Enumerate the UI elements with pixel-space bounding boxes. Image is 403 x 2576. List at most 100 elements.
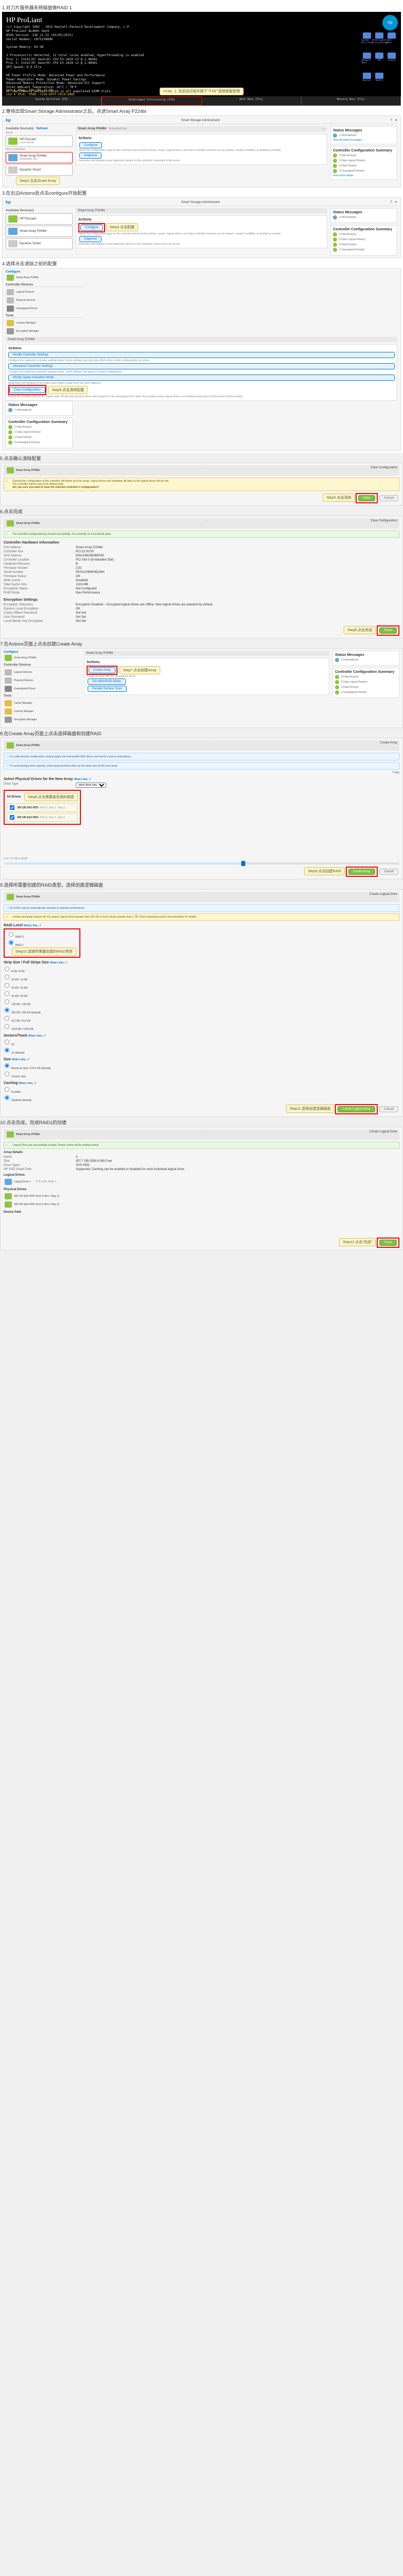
whats-this-link[interactable]: What's this...? bbox=[74, 778, 91, 781]
hide-link[interactable]: ? Hide bbox=[392, 771, 399, 774]
caching-group: Enabled Disabled (default) bbox=[4, 1086, 399, 1102]
more-icon[interactable]: ⋯ bbox=[322, 127, 325, 131]
create-array-submit-button[interactable]: Create Array bbox=[348, 869, 375, 875]
strip-option[interactable]: 512 KB / 512 KB bbox=[4, 1015, 399, 1023]
nav-unassigned-drives[interactable]: Unassigned Drives bbox=[6, 304, 83, 313]
callout-step11: Step11.选择创建逻辑磁盘 bbox=[286, 1105, 334, 1113]
advanced-ctrl-button[interactable]: Advanced Controller Settings bbox=[8, 363, 395, 369]
drive-checkbox[interactable] bbox=[10, 805, 14, 810]
caching-off-option[interactable]: Disabled (default) bbox=[4, 1094, 399, 1102]
diagnose-button[interactable]: Diagnose bbox=[79, 152, 102, 159]
strip-option[interactable]: 32 KB / 32 KB bbox=[4, 982, 399, 990]
drive-checkbox-row[interactable]: 300 GB SAS HDDPort 1I : Box 1 : Bay 2 bbox=[7, 813, 78, 822]
nav-physical-devices[interactable]: Physical Devices bbox=[6, 296, 83, 304]
strip-option[interactable]: 1024 KB / 1024 KB bbox=[4, 1023, 399, 1031]
size-max-option[interactable]: Maximum Size: 279.4 GB (default) bbox=[4, 1062, 399, 1070]
cancel-button[interactable]: Cancel bbox=[379, 1106, 398, 1112]
tools-hdr[interactable]: Tools bbox=[6, 314, 83, 318]
whats-this-link[interactable]: What's this...? bbox=[12, 1058, 29, 1061]
modify-spare-button[interactable]: Modify Spare Activation Mode bbox=[8, 375, 395, 381]
strip-option[interactable]: 128 KB / 128 KB bbox=[4, 998, 399, 1006]
clear-config-button[interactable]: Clear Configuration bbox=[9, 387, 45, 393]
menu-f9[interactable]: System Utilities [F9] bbox=[2, 96, 102, 106]
diagnose-button[interactable]: Diagnose bbox=[79, 236, 102, 242]
bios-icon[interactable]: Boot Menu bbox=[387, 32, 397, 45]
bios-icon[interactable]: System Utilities bbox=[362, 32, 372, 45]
create-ld-button[interactable]: Create Logical Drive bbox=[338, 1106, 375, 1112]
whats-this-link[interactable]: What's this...? bbox=[24, 924, 41, 927]
nav-license-manager[interactable]: License Manager bbox=[6, 319, 83, 327]
bios-boot3: Advanced Memory Protection Mode: Advance… bbox=[6, 81, 397, 86]
device-dynamic-smart[interactable]: Dynamic Smart bbox=[6, 164, 73, 176]
size-label: Size bbox=[4, 1058, 11, 1061]
step4-title: 4.选择点击清除之前的配置 bbox=[2, 260, 401, 267]
set-mode-button[interactable]: Set HBA/RAID Mode bbox=[88, 679, 126, 685]
menu-f11[interactable]: Boot Menu [F11] bbox=[202, 96, 301, 106]
hp-logo: hp bbox=[382, 15, 398, 30]
create-array-button[interactable]: Create Array bbox=[89, 667, 115, 673]
bios-icon[interactable]: SSA bbox=[374, 53, 384, 65]
cancel-button[interactable]: Cancel bbox=[379, 495, 398, 501]
bios-icon[interactable]: Restart bbox=[362, 73, 372, 85]
modify-ctrl-button[interactable]: Modify Controller Settings bbox=[8, 352, 395, 358]
cancel-button[interactable]: Cancel bbox=[379, 869, 398, 875]
nav-encryption-manager[interactable]: Encryption Manager bbox=[6, 327, 83, 335]
finish-button[interactable]: Finish bbox=[379, 1240, 397, 1246]
cfg-summary-header: Controller Configuration Summary bbox=[333, 149, 395, 152]
callout-step8: Step8.点击需要装系统的磁盘 bbox=[24, 793, 78, 801]
drive-type-select[interactable]: select drive type bbox=[76, 783, 106, 788]
menu-f12[interactable]: Network Boot [F12] bbox=[301, 96, 401, 106]
configure-button[interactable]: Configure bbox=[79, 142, 102, 148]
help-icon[interactable]: ? ✕ bbox=[391, 118, 397, 122]
step5-title: 5.点击确认清除配置 bbox=[0, 455, 403, 462]
bios-icon[interactable]: Launch bbox=[387, 53, 397, 65]
device-controller[interactable]: Smart Array P244brEmbedded Slot bbox=[6, 152, 73, 163]
raid1-option[interactable]: RAID 1 bbox=[8, 939, 76, 947]
bios-icon[interactable]: Intelligent Provisioning bbox=[374, 32, 384, 45]
drive-checkbox-row[interactable]: 300 GB SAS HDDPort 1I : Box 1 : Bay 1 bbox=[7, 803, 78, 812]
finish-button[interactable]: Finish bbox=[379, 628, 397, 634]
nav-logical-devices[interactable]: Logical Devices bbox=[6, 288, 83, 296]
strip-option[interactable]: 8 KB / 8 KB bbox=[4, 965, 399, 973]
device-server[interactable]: HP ProLiantLocal Server bbox=[6, 135, 73, 147]
all-drives-tab[interactable]: All Drives bbox=[7, 795, 21, 799]
caching-on-option[interactable]: Enabled bbox=[4, 1086, 399, 1094]
size-group: Maximum Size: 279.4 GB (default) Custom … bbox=[4, 1062, 399, 1078]
bios-icon[interactable]: Network Boot bbox=[362, 53, 372, 65]
bios-qpi: QPI Speed: 8.0 GT/s bbox=[6, 65, 397, 70]
strip-option[interactable]: 16 KB / 16 KB bbox=[4, 974, 399, 981]
capacity-slider[interactable] bbox=[4, 862, 399, 865]
actions-header: Actions bbox=[78, 137, 325, 140]
controller-icon bbox=[7, 275, 14, 281]
array-ctrl-section: Array Controllers bbox=[6, 148, 73, 151]
bios-proc1: Proc 1: Intel(R) Xeon(R) CPU E5-2620 v3 … bbox=[6, 58, 397, 62]
view-all-status-link[interactable]: View all status messages bbox=[333, 139, 362, 142]
controller-icon bbox=[8, 154, 18, 161]
ld-info: No SSDs may be automatically selected to… bbox=[4, 904, 399, 912]
callout-step7: Step7.点击创建Array bbox=[120, 666, 160, 674]
menu-f10[interactable]: Intelligent Provisioning [F10] bbox=[102, 96, 202, 106]
whats-this-link[interactable]: What's this...? bbox=[28, 1035, 46, 1038]
raid-level-group: RAID 0 RAID 1 Step10.选择所需要创建的RAID类型 bbox=[4, 928, 80, 958]
strip-option[interactable]: 64 KB / 64 KB bbox=[4, 990, 399, 998]
clear-cfg-title: Clear Configuration bbox=[371, 466, 397, 474]
refresh-link[interactable]: Refresh bbox=[37, 127, 48, 130]
view-more-link[interactable]: View more details bbox=[333, 174, 353, 177]
whats-this-link[interactable]: What's this...? bbox=[19, 1082, 37, 1085]
drive-checkbox[interactable] bbox=[10, 815, 14, 820]
clear-button[interactable]: Clear bbox=[358, 495, 375, 501]
configure-button[interactable]: Configure bbox=[80, 225, 103, 231]
whats-this-link[interactable]: What's this...? bbox=[50, 961, 68, 964]
bios-memory: System Memory: 64 GB bbox=[6, 45, 397, 49]
size-custom-option[interactable]: Custom Size bbox=[4, 1071, 399, 1078]
bios-icon[interactable]: Health bbox=[374, 73, 384, 85]
bios-boot1: HP Power Profile Mode: Balanced Power an… bbox=[6, 74, 397, 78]
logical-drive-item: Logical Drive 1 279.4 GB, RAID 1 bbox=[4, 1178, 399, 1186]
parallel-scan-button[interactable]: Parallel Surface Scan bbox=[88, 686, 127, 692]
raid0-option[interactable]: RAID 0 bbox=[8, 931, 76, 939]
sectors-option[interactable]: 63 bbox=[4, 1039, 399, 1046]
server-section: Server bbox=[6, 131, 73, 134]
status-header: Status Messages bbox=[333, 129, 395, 132]
sectors-option[interactable]: 32 (default) bbox=[4, 1047, 399, 1055]
strip-option[interactable]: 256 KB / 256 KB (default) bbox=[4, 1007, 399, 1014]
